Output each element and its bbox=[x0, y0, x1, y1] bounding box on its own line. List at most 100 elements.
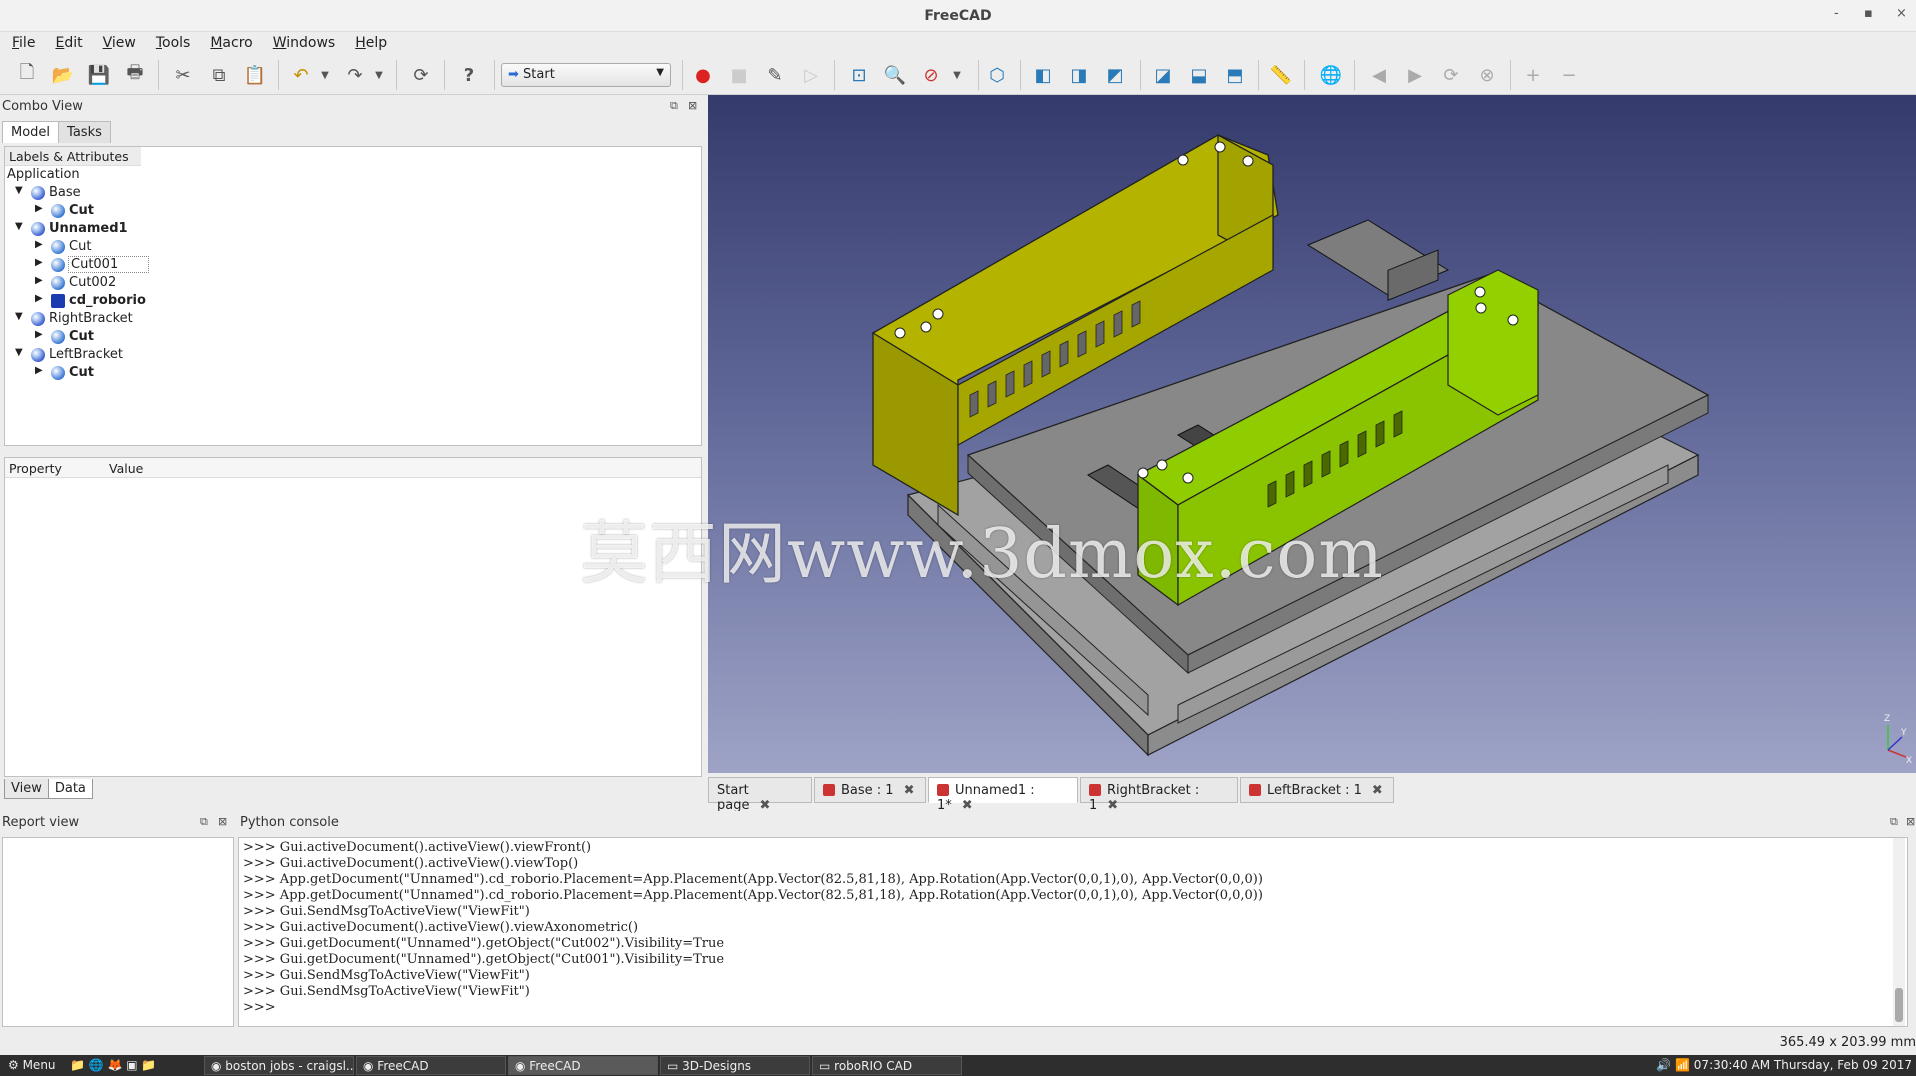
front-view-icon[interactable]: ◧ bbox=[1030, 62, 1056, 88]
console-line: >>> Gui.activeDocument().activeView().vi… bbox=[243, 856, 579, 871]
tree-item[interactable]: ▶ Cut bbox=[5, 238, 701, 256]
expand-toggle-icon[interactable]: ▶ bbox=[35, 239, 43, 250]
task-freecad-1[interactable]: ◉ FreeCAD bbox=[356, 1056, 506, 1075]
expand-toggle-icon[interactable]: ▶ bbox=[35, 275, 43, 286]
isometric-view-icon[interactable]: ⬡ bbox=[984, 62, 1010, 88]
reload-icon[interactable]: ⟳ bbox=[1438, 62, 1464, 88]
close-panel-icon[interactable]: ⊠ bbox=[688, 99, 697, 112]
zoom-in-icon[interactable]: + bbox=[1520, 62, 1546, 88]
tree-item[interactable]: ▼ RightBracket bbox=[5, 310, 701, 328]
minimize-button[interactable]: - bbox=[1834, 6, 1839, 21]
paste-icon[interactable]: 📋 bbox=[242, 62, 268, 88]
console-scrollbar[interactable] bbox=[1893, 838, 1905, 1026]
open-icon[interactable]: 📂 bbox=[50, 62, 76, 88]
print-icon[interactable]: 🖶 bbox=[122, 62, 148, 88]
bottom-view-icon[interactable]: ⬓ bbox=[1186, 62, 1212, 88]
menu-file[interactable]: File bbox=[0, 32, 43, 51]
menu-macro[interactable]: Macro bbox=[198, 32, 260, 51]
float-icon[interactable]: ⧉ bbox=[200, 815, 208, 829]
tab-data[interactable]: Data bbox=[47, 779, 93, 799]
top-view-icon[interactable]: ◨ bbox=[1066, 62, 1092, 88]
expand-toggle-icon[interactable]: ▶ bbox=[35, 293, 43, 304]
draw-style-icon[interactable]: ⊘ bbox=[918, 62, 944, 88]
property-tabs: View Data bbox=[4, 779, 93, 801]
menu-help[interactable]: Help bbox=[343, 32, 395, 51]
doc-tab-base[interactable]: Base : 1 ✖ bbox=[814, 777, 926, 803]
tree-item[interactable]: ▼ Unnamed1 bbox=[5, 220, 701, 238]
edit-macro-icon[interactable]: ✎ bbox=[762, 62, 788, 88]
close-tab-icon[interactable]: ✖ bbox=[1372, 783, 1383, 798]
tree-item[interactable]: ▼ Base bbox=[5, 184, 701, 202]
expand-toggle-icon[interactable]: ▶ bbox=[35, 329, 43, 340]
task-3d-designs[interactable]: ▭ 3D-Designs bbox=[660, 1056, 810, 1075]
menu-tools[interactable]: Tools bbox=[144, 32, 199, 51]
doc-tab-unnamed1[interactable]: Unnamed1 : 1* ✖ bbox=[928, 777, 1078, 813]
tree-item[interactable]: ▶ Cut bbox=[5, 364, 701, 382]
expand-toggle-icon[interactable]: ▼ bbox=[15, 185, 23, 196]
undo-dropdown-icon[interactable]: ▼ bbox=[312, 62, 338, 88]
redo-icon[interactable]: ↷ bbox=[342, 62, 368, 88]
launcher-icons[interactable]: 📁 🌐 🦊 ▣ 📁 bbox=[64, 1056, 162, 1075]
rear-view-icon[interactable]: ◪ bbox=[1150, 62, 1176, 88]
float-icon[interactable]: ⧉ bbox=[1890, 815, 1898, 829]
save-icon[interactable]: 💾 bbox=[86, 62, 112, 88]
workbench-selector[interactable]: ➡ Start ▼ bbox=[501, 63, 671, 87]
report-output[interactable] bbox=[2, 837, 234, 1027]
close-tab-icon[interactable]: ✖ bbox=[904, 783, 915, 798]
new-document-icon[interactable]: 🗋 bbox=[14, 62, 40, 88]
zoom-out-icon[interactable]: − bbox=[1556, 62, 1582, 88]
tab-tasks[interactable]: Tasks bbox=[58, 121, 111, 143]
part-icon bbox=[51, 204, 65, 218]
doc-tab-leftbracket[interactable]: LeftBracket : 1 ✖ bbox=[1240, 777, 1394, 803]
menu-windows[interactable]: Windows bbox=[261, 32, 344, 51]
draw-style-dropdown-icon[interactable]: ▼ bbox=[944, 62, 970, 88]
close-panel-icon[interactable]: ⊠ bbox=[1906, 815, 1915, 828]
back-icon[interactable]: ◀ bbox=[1366, 62, 1392, 88]
tree-item[interactable]: ▼ LeftBracket bbox=[5, 346, 701, 364]
left-view-icon[interactable]: ⬒ bbox=[1222, 62, 1248, 88]
expand-toggle-icon[interactable]: ▼ bbox=[15, 221, 23, 232]
expand-toggle-icon[interactable]: ▶ bbox=[35, 365, 43, 376]
3d-viewport[interactable]: Z Y X bbox=[708, 95, 1916, 773]
python-console-output[interactable]: >>> Gui.activeDocument().activeView().vi… bbox=[238, 837, 1908, 1027]
doc-tab-start-page[interactable]: Start page ✖ bbox=[708, 777, 812, 813]
tree-item[interactable]: ▶ Cut001 bbox=[5, 256, 701, 274]
menu-edit[interactable]: Edit bbox=[43, 32, 90, 51]
task-freecad-2[interactable]: ◉ FreeCAD bbox=[508, 1056, 658, 1075]
stop-icon[interactable]: ⊗ bbox=[1474, 62, 1500, 88]
tab-model[interactable]: Model bbox=[2, 121, 60, 143]
start-menu-button[interactable]: ⚙ Menu bbox=[2, 1056, 62, 1075]
right-view-icon[interactable]: ◩ bbox=[1102, 62, 1128, 88]
float-icon[interactable]: ⧉ bbox=[670, 99, 678, 113]
tree-item[interactable]: ▶ Cut002 bbox=[5, 274, 701, 292]
tab-view[interactable]: View bbox=[4, 779, 49, 799]
task-browser[interactable]: ◉ boston jobs - craigsl... bbox=[204, 1056, 354, 1075]
undo-icon[interactable]: ↶ bbox=[288, 62, 314, 88]
cut-icon[interactable]: ✂ bbox=[170, 62, 196, 88]
expand-toggle-icon[interactable]: ▼ bbox=[15, 347, 23, 358]
doc-tab-rightbracket[interactable]: RightBracket : 1 ✖ bbox=[1080, 777, 1238, 813]
whats-this-icon[interactable]: ? bbox=[456, 62, 482, 88]
maximize-button[interactable]: ▪ bbox=[1864, 6, 1873, 21]
menu-view[interactable]: View bbox=[91, 32, 144, 51]
expand-toggle-icon[interactable]: ▼ bbox=[15, 311, 23, 322]
refresh-icon[interactable]: ⟳ bbox=[408, 62, 434, 88]
close-panel-icon[interactable]: ⊠ bbox=[218, 815, 227, 828]
expand-toggle-icon[interactable]: ▶ bbox=[35, 203, 43, 214]
tree-item[interactable]: ▶ Cut bbox=[5, 202, 701, 220]
expand-toggle-icon[interactable]: ▶ bbox=[35, 257, 43, 268]
forward-icon[interactable]: ▶ bbox=[1402, 62, 1428, 88]
measure-icon[interactable]: 📏 bbox=[1268, 62, 1294, 88]
tree-item[interactable]: ▶ cd_roborio bbox=[5, 292, 701, 310]
task-roborio-cad[interactable]: ▭ roboRIO CAD bbox=[812, 1056, 962, 1075]
run-macro-icon[interactable]: ▷ bbox=[798, 62, 824, 88]
copy-icon[interactable]: ⧉ bbox=[206, 62, 232, 88]
web-icon[interactable]: 🌐 bbox=[1318, 62, 1344, 88]
close-button[interactable]: × bbox=[1896, 6, 1907, 21]
fit-all-icon[interactable]: ⊡ bbox=[846, 62, 872, 88]
tree-item[interactable]: ▶ Cut bbox=[5, 328, 701, 346]
record-macro-icon[interactable]: ● bbox=[690, 62, 716, 88]
redo-dropdown-icon[interactable]: ▼ bbox=[366, 62, 392, 88]
fit-selection-icon[interactable]: 🔍 bbox=[882, 62, 908, 88]
stop-macro-icon[interactable]: ■ bbox=[726, 62, 752, 88]
